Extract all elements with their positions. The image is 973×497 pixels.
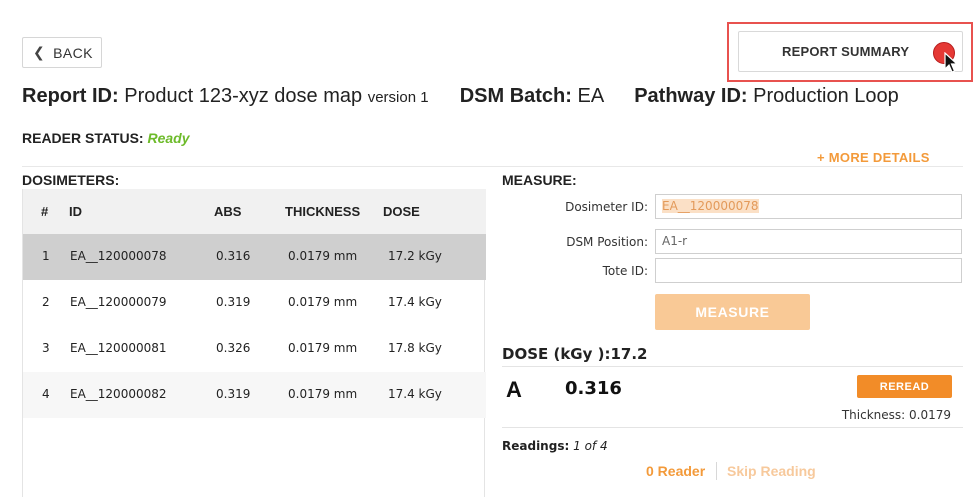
cell-abs: 0.319 bbox=[216, 387, 251, 401]
dsm-position-label: DSM Position: bbox=[566, 235, 648, 249]
table-row[interactable]: 4 EA__120000082 0.319 0.0179 mm 17.4 kGy bbox=[23, 372, 486, 418]
report-id-value: Product 123-xyz dose map bbox=[124, 85, 363, 107]
cell-num: 4 bbox=[42, 387, 50, 401]
cell-dose: 17.8 kGy bbox=[388, 341, 442, 355]
cell-dose: 17.4 kGy bbox=[388, 295, 442, 309]
measure-title: MEASURE: bbox=[502, 172, 577, 188]
reader-status: READER STATUS: Ready bbox=[22, 130, 190, 146]
back-button[interactable]: ❮ BACK bbox=[22, 37, 102, 68]
dosimeter-id-value: EA__120000078 bbox=[662, 199, 759, 213]
dsm-batch-value: EA bbox=[577, 85, 604, 107]
skip-reading-link[interactable]: Skip Reading bbox=[727, 463, 816, 479]
link-separator bbox=[716, 462, 717, 480]
cell-num: 3 bbox=[42, 341, 50, 355]
measure-button[interactable]: MEASURE bbox=[655, 294, 810, 330]
reading-letter: A bbox=[506, 377, 522, 402]
dosimeter-id-label: Dosimeter ID: bbox=[565, 200, 648, 214]
thickness-text: Thickness: 0.0179 bbox=[841, 408, 951, 422]
cell-abs: 0.326 bbox=[216, 341, 251, 355]
reader-status-label: READER STATUS: bbox=[22, 130, 144, 146]
col-id-header: ID bbox=[69, 204, 82, 219]
report-id-label: Report ID: bbox=[22, 85, 119, 107]
dosimeter-id-field[interactable]: EA__120000078 bbox=[655, 194, 962, 219]
readings-total: 4 bbox=[599, 439, 608, 453]
tote-id-label: Tote ID: bbox=[602, 264, 648, 278]
report-version: version 1 bbox=[367, 89, 429, 106]
table-header: # ID ABS THICKNESS DOSE bbox=[23, 189, 486, 234]
cell-dose: 17.2 kGy bbox=[388, 249, 442, 263]
cursor-arrow-icon bbox=[944, 52, 959, 73]
divider bbox=[502, 366, 963, 367]
pathway-id-label: Pathway ID: bbox=[634, 85, 748, 107]
readings-current: 1 bbox=[573, 439, 581, 453]
reader-status-value: Ready bbox=[147, 130, 190, 146]
report-header: Report ID: Product 123-xyz dose map vers… bbox=[22, 85, 899, 108]
table-row[interactable]: 2 EA__120000079 0.319 0.0179 mm 17.4 kGy bbox=[23, 280, 486, 326]
tote-id-field[interactable] bbox=[655, 258, 962, 283]
cell-id: EA__120000079 bbox=[70, 295, 167, 309]
col-thickness-header: THICKNESS bbox=[285, 204, 361, 219]
dose-title: DOSE (kGy ):17.2 bbox=[502, 345, 648, 363]
dsm-position-field[interactable]: A1-r bbox=[655, 229, 962, 254]
cell-thickness: 0.0179 mm bbox=[288, 249, 358, 263]
table-row[interactable]: 1 EA__120000078 0.316 0.0179 mm 17.2 kGy bbox=[23, 234, 486, 280]
report-summary-button[interactable]: REPORT SUMMARY bbox=[738, 31, 963, 72]
cell-id: EA__120000078 bbox=[70, 249, 167, 263]
table-row[interactable]: 3 EA__120000081 0.326 0.0179 mm 17.8 kGy bbox=[23, 326, 486, 372]
cell-num: 1 bbox=[42, 249, 50, 263]
cell-abs: 0.316 bbox=[216, 249, 251, 263]
dosimeters-title: DOSIMETERS: bbox=[22, 172, 120, 188]
cell-thickness: 0.0179 mm bbox=[288, 295, 358, 309]
reader-link[interactable]: 0 Reader bbox=[646, 463, 705, 479]
readings-label: Readings: bbox=[502, 439, 570, 453]
cell-num: 2 bbox=[42, 295, 50, 309]
reading-value: 0.316 bbox=[565, 378, 622, 399]
cell-dose: 17.4 kGy bbox=[388, 387, 442, 401]
reread-button[interactable]: REREAD bbox=[857, 375, 952, 398]
cell-id: EA__120000081 bbox=[70, 341, 167, 355]
col-dose-header: DOSE bbox=[383, 204, 420, 219]
back-label: BACK bbox=[53, 44, 93, 61]
readings-status: Readings: 1 of 4 bbox=[502, 439, 608, 453]
readings-of: of bbox=[584, 439, 597, 453]
cell-id: EA__120000082 bbox=[70, 387, 167, 401]
divider bbox=[22, 166, 963, 167]
pathway-id-value: Production Loop bbox=[753, 85, 899, 107]
col-num-header: # bbox=[41, 204, 49, 219]
cell-thickness: 0.0179 mm bbox=[288, 341, 358, 355]
report-summary-label: REPORT SUMMARY bbox=[782, 44, 910, 59]
dosimeters-table: # ID ABS THICKNESS DOSE 1 EA__120000078 … bbox=[22, 189, 486, 497]
divider bbox=[502, 427, 963, 428]
more-details-link[interactable]: + MORE DETAILS bbox=[817, 150, 930, 165]
chevron-left-icon: ❮ bbox=[33, 44, 46, 60]
dsm-batch-label: DSM Batch: bbox=[459, 85, 572, 107]
cell-abs: 0.319 bbox=[216, 295, 251, 309]
col-abs-header: ABS bbox=[214, 204, 242, 219]
cell-thickness: 0.0179 mm bbox=[288, 387, 358, 401]
